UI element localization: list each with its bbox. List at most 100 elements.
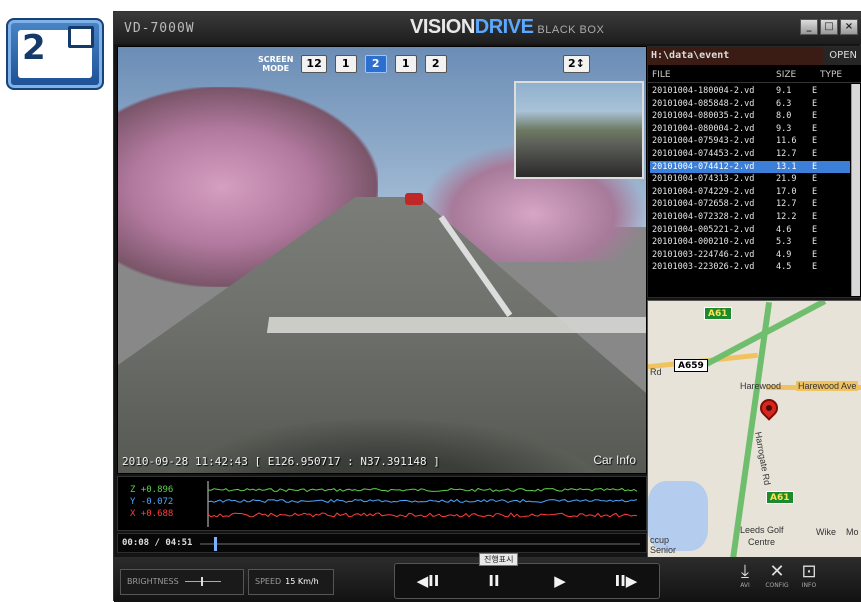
info-label: INFO (801, 582, 817, 589)
file-name: 20101004-000210-2.vd (652, 237, 755, 248)
file-type: E (812, 249, 818, 260)
file-list-scrollbar[interactable] (851, 84, 860, 296)
file-name: 20101004-074313-2.vd (652, 174, 755, 185)
file-type: E (812, 237, 818, 248)
file-list: 20101004-180004-2.vd 9.1 E 20101004-085848-… (650, 85, 850, 274)
brightness-control: BRIGHTNESS (120, 569, 244, 595)
file-row[interactable]: 20101004-080004-2.vd 9.3 E (650, 123, 850, 136)
close-button[interactable]: × (840, 19, 858, 35)
file-row[interactable]: 20101004-072328-2.vd 12.2 E (650, 211, 850, 224)
info-button[interactable]: ⊡ INFO (794, 562, 824, 590)
file-type: E (812, 86, 818, 96)
map-label-centre: Centre (748, 537, 776, 547)
file-row[interactable]: 20101004-085848-2.vd 6.3 E (650, 98, 850, 111)
file-row[interactable]: 20101004-080035-2.vd 8.0 E (650, 110, 850, 123)
screen-mode-12-button[interactable]: 12 (301, 55, 327, 73)
file-name: 20101004-075943-2.vd (652, 136, 755, 147)
file-size: 4.9 (776, 249, 792, 260)
file-size: 8.0 (776, 111, 792, 122)
column-file[interactable]: FILE (652, 70, 671, 80)
file-row[interactable]: 20101004-000210-2.vd 5.3 E (650, 236, 850, 249)
path-bar: H:\data\event OPEN (648, 47, 861, 65)
file-name: 20101004-005221-2.vd (652, 224, 755, 235)
file-size: 6.3 (776, 98, 792, 109)
file-size: 17.0 (776, 186, 797, 197)
map-view[interactable]: A61 A659 A61 Rd Harewood Harewood Ave Ha… (647, 300, 861, 558)
screen-mode-2-button[interactable]: 2 (424, 55, 447, 73)
map-label-wike: Wike (816, 527, 836, 537)
seek-handle[interactable] (214, 537, 217, 551)
file-name: 20101004-180004-2.vd (652, 86, 755, 96)
config-button[interactable]: ✕ CONFIG (762, 561, 792, 590)
window-controls: _ □ × (800, 19, 858, 35)
map-label-mo: Mo (846, 527, 859, 537)
brightness-slider[interactable] (184, 577, 221, 586)
playback-time: 00:08 / 04:51 (122, 538, 193, 548)
file-row[interactable]: 20101003-224746-2.vd 4.9 E (650, 249, 850, 262)
screen-mode-2-pip-button[interactable]: 2 (364, 55, 387, 73)
gsensor-y-value: Y -0.072 (130, 497, 174, 507)
maximize-button[interactable]: □ (820, 19, 838, 35)
file-name: 20101004-074453-2.vd (652, 148, 755, 159)
file-row[interactable]: 20101003-223026-2.vd 4.5 E (650, 261, 850, 274)
file-size: 9.1 (776, 86, 792, 96)
file-row[interactable]: 20101004-074229-2.vd 17.0 E (650, 186, 850, 199)
file-row[interactable]: 20101004-180004-2.vd 9.1 E (650, 85, 850, 98)
file-size: 9.3 (776, 123, 792, 134)
screen-mode-label: SCREEN MODE (258, 55, 293, 73)
avi-export-button[interactable]: ⤓ AVI (730, 561, 760, 590)
file-type: E (812, 186, 818, 197)
file-type: E (812, 199, 818, 210)
file-name: 20101004-080035-2.vd (652, 111, 755, 122)
map-shield-a61-bottom: A61 (766, 491, 794, 504)
car-info-button[interactable]: Car Info (593, 453, 636, 467)
avi-label: AVI (740, 582, 750, 589)
map-label-harrogate-rd: Harrogate Rd (753, 431, 773, 486)
seek-bar[interactable] (200, 543, 640, 545)
file-row[interactable]: 20101004-072658-2.vd 12.7 E (650, 198, 850, 211)
column-size[interactable]: SIZE (776, 70, 796, 80)
gsensor-x-value: X +0.688 (130, 509, 174, 519)
app-title: VD-7000W (124, 21, 195, 36)
file-panel: H:\data\event OPEN FILE SIZE TYPE 201010… (647, 46, 861, 298)
file-size: 13.1 (776, 161, 797, 172)
screen-swap-button[interactable]: 2↕ (563, 55, 590, 73)
map-label-senior: Senior (650, 545, 677, 555)
open-button[interactable]: OPEN (823, 47, 861, 65)
file-row[interactable]: 20101004-075943-2.vd 11.6 E (650, 135, 850, 148)
map-shield-a61-top: A61 (704, 307, 732, 320)
pause-button[interactable]: II (474, 572, 514, 590)
progress-indicator-tag: 진행표시 (479, 553, 519, 566)
gsensor-x-line (207, 512, 638, 518)
play-button[interactable]: ▶ (540, 572, 580, 590)
speed-value: 15 Km/h (285, 577, 319, 586)
file-name: 20101004-074412-2.vd (652, 161, 755, 172)
screen-mode-1-button[interactable]: 1 (394, 55, 417, 73)
file-row[interactable]: 20101004-074412-2.vd 13.1 E (650, 160, 850, 174)
file-type: E (812, 262, 818, 273)
wrench-icon: ✕ (769, 561, 785, 582)
file-row[interactable]: 20101004-074313-2.vd 21.9 E (650, 173, 850, 186)
map-label-harewood: Harewood (740, 381, 782, 391)
column-type[interactable]: TYPE (820, 70, 842, 80)
control-bar: BRIGHTNESS SPEED 15 Km/h ◀II II ▶ II▶ 진행표… (114, 553, 861, 602)
minimize-button[interactable]: _ (800, 19, 818, 35)
gsensor-plot (207, 481, 638, 527)
file-size: 11.6 (776, 136, 797, 147)
rear-camera-pip[interactable] (514, 81, 644, 179)
map-label-leeds-golf: Leeds Golf (740, 525, 784, 535)
video-crosswalk-stripe (266, 317, 646, 333)
file-type: E (812, 174, 818, 185)
file-row[interactable]: 20101004-074453-2.vd 12.7 E (650, 148, 850, 161)
file-row[interactable]: 20101004-005221-2.vd 4.6 E (650, 224, 850, 237)
step-back-button[interactable]: ◀II (408, 572, 448, 590)
speed-label: SPEED (255, 577, 282, 586)
brightness-label: BRIGHTNESS (127, 577, 179, 586)
file-name: 20101004-080004-2.vd (652, 123, 755, 134)
large-icon-square (68, 26, 94, 48)
step-forward-button[interactable]: II▶ (606, 572, 646, 590)
file-name: 20101004-072658-2.vd (652, 199, 755, 210)
download-icon: ⤓ (741, 561, 749, 582)
screen-mode-1-pip-button[interactable]: 1 (334, 55, 357, 73)
video-viewport[interactable]: SCREEN MODE 12 1 2 1 2 2↕ 2010-09-28 11:… (117, 46, 647, 474)
